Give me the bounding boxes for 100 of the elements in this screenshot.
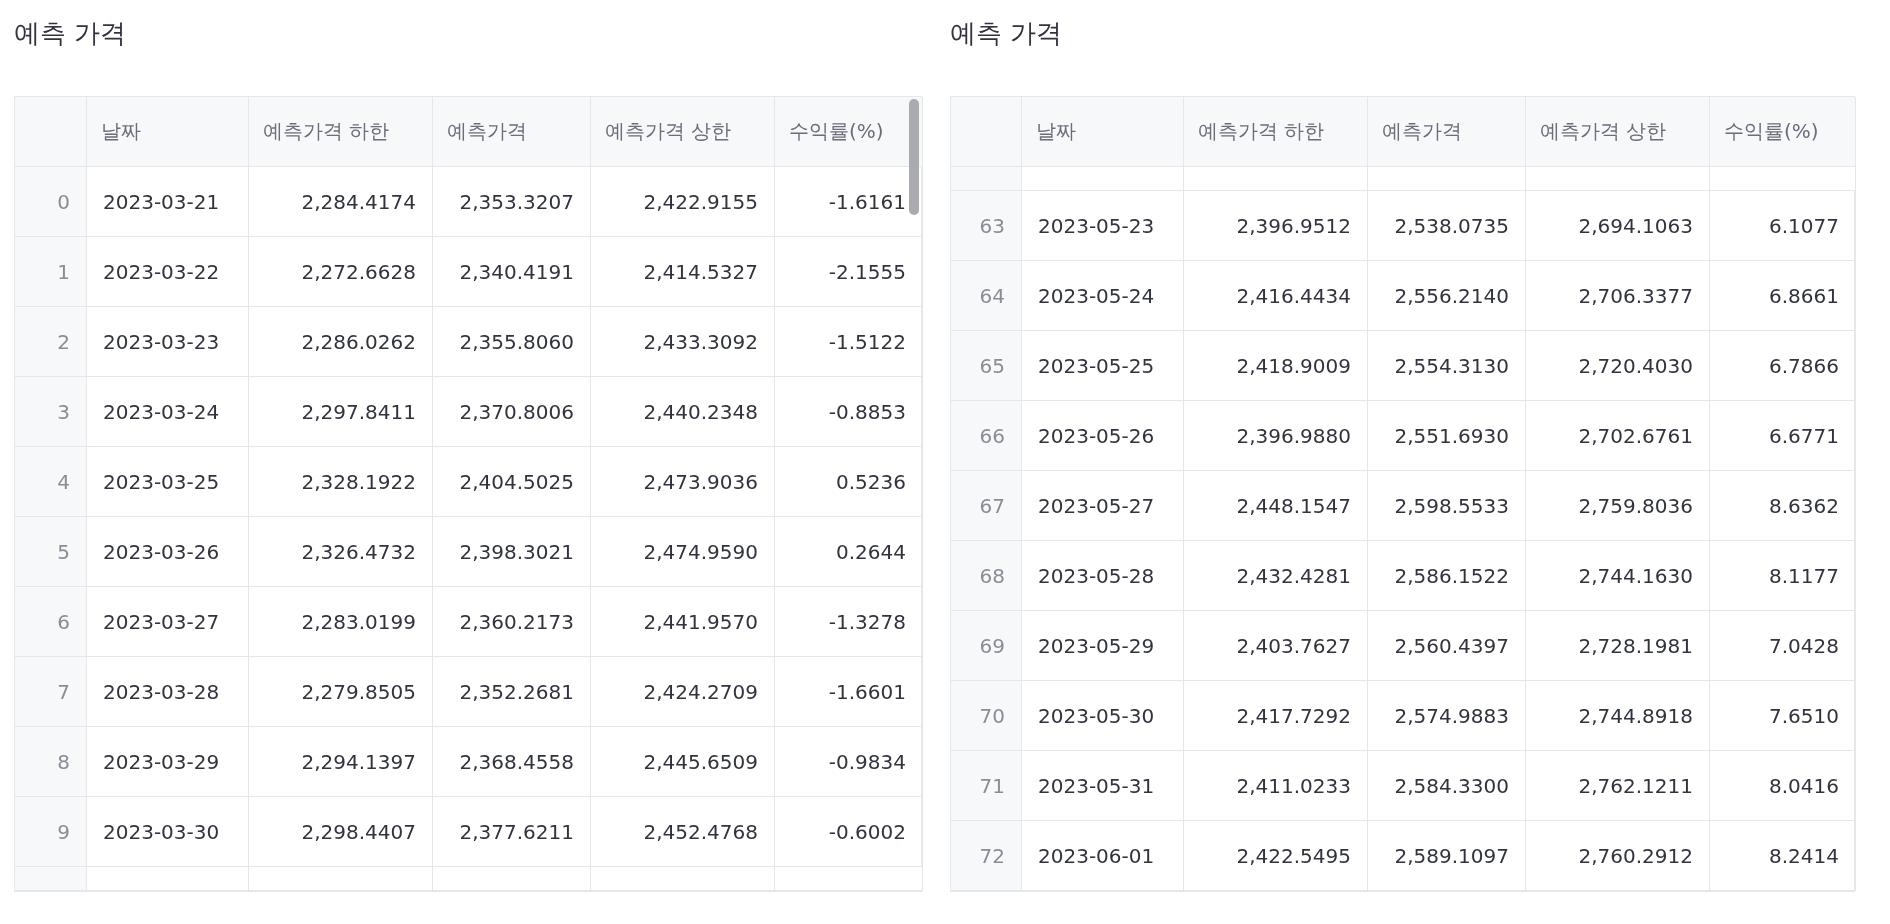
section-title: 예측 가격 bbox=[14, 17, 128, 50]
section-title: 예측 가격 bbox=[950, 17, 1064, 50]
table-cell: 2,416.4434 bbox=[1184, 261, 1368, 331]
row-index: 67 bbox=[951, 471, 1022, 541]
row-index: 71 bbox=[951, 751, 1022, 821]
scrollbar-thumb[interactable] bbox=[909, 99, 919, 215]
table-cell: 2,474.9590 bbox=[591, 517, 775, 587]
table-cell: 6.7866 bbox=[1710, 331, 1856, 401]
table-cell: 2,586.1522 bbox=[1368, 541, 1526, 611]
table-cell: 2023-03-22 bbox=[87, 237, 249, 307]
table-cell: -1.3278 bbox=[775, 587, 923, 657]
column-header[interactable]: 예측가격 상한 bbox=[591, 97, 775, 167]
row-index: 9 bbox=[15, 797, 87, 867]
table-cell: 2023-03-28 bbox=[87, 657, 249, 727]
table-cell: 2,720.4030 bbox=[1526, 331, 1710, 401]
row-index: 69 bbox=[951, 611, 1022, 681]
column-header[interactable]: 수익률(%) bbox=[775, 97, 923, 167]
table-cell: 2023-05-26 bbox=[1022, 401, 1184, 471]
row-index: 3 bbox=[15, 377, 87, 447]
table-cell: 2023-03-27 bbox=[87, 587, 249, 657]
table-cell: 2023-05-30 bbox=[1022, 681, 1184, 751]
table-cell: 2,694.1063 bbox=[1526, 191, 1710, 261]
table-cell: 2,286.0262 bbox=[249, 307, 433, 377]
table-cell: 8.2414 bbox=[1710, 821, 1856, 891]
row-index: 2 bbox=[15, 307, 87, 377]
row-index: 64 bbox=[951, 261, 1022, 331]
row-index: 72 bbox=[951, 821, 1022, 891]
column-header[interactable]: 날짜 bbox=[1022, 97, 1184, 167]
table-cell: 2,473.9036 bbox=[591, 447, 775, 517]
table-cell: -0.8853 bbox=[775, 377, 923, 447]
row-index: 70 bbox=[951, 681, 1022, 751]
column-header[interactable]: 예측가격 bbox=[433, 97, 591, 167]
table-cell: 7.0428 bbox=[1710, 611, 1856, 681]
table-cell: 8.6362 bbox=[1710, 471, 1856, 541]
table-cell: 2,584.3300 bbox=[1368, 751, 1526, 821]
table-cell: 2023-05-25 bbox=[1022, 331, 1184, 401]
table-cell: 2,556.2140 bbox=[1368, 261, 1526, 331]
table-cell: 2,417.7292 bbox=[1184, 681, 1368, 751]
table-cell: 2,422.5495 bbox=[1184, 821, 1368, 891]
table-cell: 2023-03-21 bbox=[87, 167, 249, 237]
table-cell: 2,404.5025 bbox=[433, 447, 591, 517]
table-cell: 6.1077 bbox=[1710, 191, 1856, 261]
column-header[interactable]: 예측가격 bbox=[1368, 97, 1526, 167]
row-index: 8 bbox=[15, 727, 87, 797]
table-cell: 2,448.1547 bbox=[1184, 471, 1368, 541]
row-index: 68 bbox=[951, 541, 1022, 611]
table-cell: 2,440.2348 bbox=[591, 377, 775, 447]
table-cell: 2023-03-24 bbox=[87, 377, 249, 447]
table-cell: 2,418.9009 bbox=[1184, 331, 1368, 401]
table-cell: 2,702.6761 bbox=[1526, 401, 1710, 471]
table-cell: 2023-03-23 bbox=[87, 307, 249, 377]
column-header[interactable]: 예측가격 하한 bbox=[1184, 97, 1368, 167]
table-cell: 2,744.8918 bbox=[1526, 681, 1710, 751]
table-cell: 2,589.1097 bbox=[1368, 821, 1526, 891]
row-index: 4 bbox=[15, 447, 87, 517]
table-cell: 2,538.0735 bbox=[1368, 191, 1526, 261]
column-header[interactable]: 예측가격 하한 bbox=[249, 97, 433, 167]
column-header[interactable]: 수익률(%) bbox=[1710, 97, 1856, 167]
table-cell: 2023-05-23 bbox=[1022, 191, 1184, 261]
table-cell: 2,368.4558 bbox=[433, 727, 591, 797]
row-index: 6 bbox=[15, 587, 87, 657]
table-cell: 2,340.4191 bbox=[433, 237, 591, 307]
table-cell: 2023-05-31 bbox=[1022, 751, 1184, 821]
table-cell: 2023-03-26 bbox=[87, 517, 249, 587]
table-cell: 2,760.2912 bbox=[1526, 821, 1710, 891]
table-cell: 2023-03-25 bbox=[87, 447, 249, 517]
row-index: 1 bbox=[15, 237, 87, 307]
table-cell: 2,422.9155 bbox=[591, 167, 775, 237]
table-cell: -0.9834 bbox=[775, 727, 923, 797]
table-cell: 2,551.6930 bbox=[1368, 401, 1526, 471]
table-cell: 8.0416 bbox=[1710, 751, 1856, 821]
table-cell: 2,706.3377 bbox=[1526, 261, 1710, 331]
table-cell: -1.5122 bbox=[775, 307, 923, 377]
table-cell: 2023-06-01 bbox=[1022, 821, 1184, 891]
table-cell: 6.6771 bbox=[1710, 401, 1856, 471]
table-cell: 2,598.5533 bbox=[1368, 471, 1526, 541]
table-cell: 2023-05-29 bbox=[1022, 611, 1184, 681]
table-cell: 2,294.1397 bbox=[249, 727, 433, 797]
table-cell: 2,353.3207 bbox=[433, 167, 591, 237]
row-index: 5 bbox=[15, 517, 87, 587]
table-cell: 2023-05-27 bbox=[1022, 471, 1184, 541]
table-cell: 2023-03-29 bbox=[87, 727, 249, 797]
table-cell: 2,432.4281 bbox=[1184, 541, 1368, 611]
table-cell: 7.6510 bbox=[1710, 681, 1856, 751]
table-cell: 2,441.9570 bbox=[591, 587, 775, 657]
table-cell: 2,272.6628 bbox=[249, 237, 433, 307]
table-cell: 6.8661 bbox=[1710, 261, 1856, 331]
table-cell: 8.1177 bbox=[1710, 541, 1856, 611]
column-header[interactable]: 날짜 bbox=[87, 97, 249, 167]
column-header[interactable]: 예측가격 상한 bbox=[1526, 97, 1710, 167]
table-cell: 2,744.1630 bbox=[1526, 541, 1710, 611]
table-cell: 2,370.8006 bbox=[433, 377, 591, 447]
table-cell: 2,326.4732 bbox=[249, 517, 433, 587]
table-cell: -1.6601 bbox=[775, 657, 923, 727]
table-cell: 2,283.0199 bbox=[249, 587, 433, 657]
table-cell: 2,403.7627 bbox=[1184, 611, 1368, 681]
table-cell: 0.5236 bbox=[775, 447, 923, 517]
table-cell: 2,560.4397 bbox=[1368, 611, 1526, 681]
table-cell: 2,396.9880 bbox=[1184, 401, 1368, 471]
table-cell: 2,759.8036 bbox=[1526, 471, 1710, 541]
